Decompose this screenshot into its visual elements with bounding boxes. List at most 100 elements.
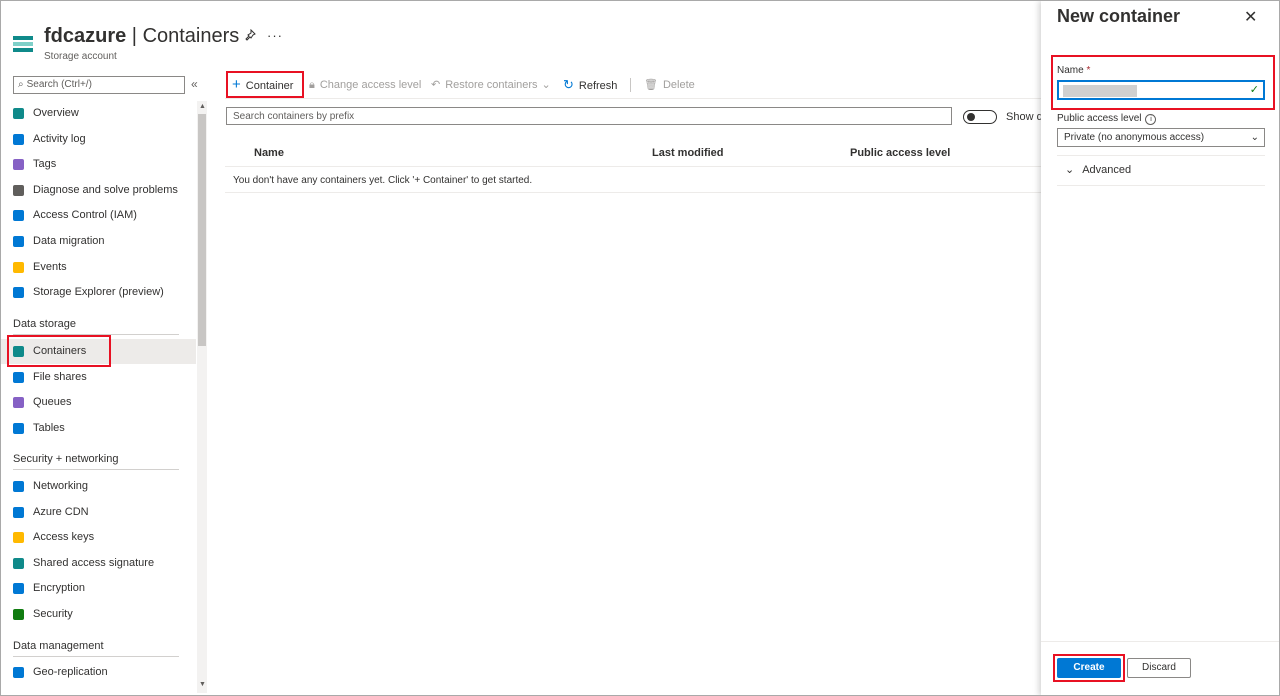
delete-button[interactable]: 🗑︎ Delete	[644, 74, 695, 96]
refresh-icon: ↻	[563, 77, 574, 92]
sidebar-item-diagnose-and-solve-problems[interactable]: Diagnose and solve problems	[1, 178, 196, 203]
plus-icon: +	[232, 76, 241, 93]
sidebar-item-label: Queues	[33, 396, 72, 409]
sidebar-item-label: Shared access signature	[33, 556, 155, 569]
panel-divider	[1057, 185, 1265, 186]
sidebar-item-access-control-iam[interactable]: Access Control (IAM)	[1, 203, 196, 228]
panel-divider	[1057, 155, 1265, 156]
globe-icon	[13, 667, 24, 678]
panel-footer-divider	[1041, 641, 1279, 642]
close-icon[interactable]: ✕	[1244, 7, 1257, 27]
refresh-button[interactable]: ↻ Refresh	[563, 74, 617, 96]
sidebar-item-label: Access keys	[33, 531, 95, 544]
change-access-level-button[interactable]: 🔒︎ Change access level	[309, 74, 421, 96]
discard-button[interactable]: Discard	[1127, 658, 1191, 678]
sidebar-item-label: Security	[33, 608, 73, 620]
storage-explorer-icon	[13, 287, 24, 299]
scroll-down-icon[interactable]: ▼	[199, 681, 206, 688]
sidebar-item-tables[interactable]: Tables	[1, 416, 196, 441]
search-icon: ⌕	[18, 79, 24, 90]
data-migration-icon	[13, 236, 24, 247]
sidebar-item-data-migration[interactable]: Data migration	[1, 229, 196, 254]
table-header-divider	[225, 166, 1041, 167]
sidebar-item-label: Tables	[33, 421, 65, 434]
add-container-button[interactable]: + Container	[232, 74, 293, 96]
portal-window: fdcazure | Containers Storage account ··…	[0, 0, 1280, 696]
collapse-sidebar-icon[interactable]: «	[191, 77, 198, 91]
container-name-input[interactable]: ✓	[1057, 80, 1265, 100]
sidebar-item-label: Encryption	[33, 582, 85, 595]
sidebar-item-shared-access-signature[interactable]: Shared access signature	[1, 551, 196, 576]
restore-containers-button[interactable]: ↶ Restore containers ⌄	[431, 74, 551, 96]
name-label: Name *	[1057, 65, 1091, 76]
page-subtitle: Storage account	[44, 51, 117, 62]
file-shares-icon	[13, 371, 24, 383]
sidebar-section-header: Data storage	[13, 318, 76, 330]
public-access-label: Public access level i	[1057, 113, 1157, 125]
required-marker: *	[1086, 65, 1091, 76]
page-title: fdcazure | Containers	[44, 25, 239, 48]
more-icon[interactable]: ···	[267, 28, 283, 43]
key-icon	[13, 532, 24, 544]
column-header-public-access[interactable]: Public access level	[850, 147, 950, 159]
advanced-expander[interactable]: ⌄ Advanced	[1065, 163, 1131, 176]
lock-icon	[13, 583, 24, 595]
sidebar-item-geo-replication[interactable]: Geo-replication	[1, 660, 196, 685]
chevron-down-icon: ⌄	[1250, 132, 1259, 143]
sidebar-item-file-shares[interactable]: File shares	[1, 365, 196, 390]
sidebar-item-security[interactable]: Security	[1, 602, 196, 627]
sidebar-item-activity-log[interactable]: Activity log	[1, 127, 196, 152]
networking-icon	[13, 481, 24, 492]
pin-icon[interactable]	[244, 28, 256, 44]
toolbar-divider	[630, 78, 631, 92]
undo-icon: ↶	[431, 79, 441, 91]
show-deleted-toggle[interactable]	[963, 110, 997, 124]
empty-state-message: You don't have any containers yet. Click…	[233, 175, 533, 186]
table-row-divider	[225, 192, 1041, 193]
sidebar-item-label: Diagnose and solve problems	[33, 183, 178, 196]
storage-account-icon	[13, 36, 33, 52]
sidebar-item-overview[interactable]: Overview	[1, 101, 196, 126]
sidebar-item-label: Access Control (IAM)	[33, 209, 137, 222]
section-divider	[13, 469, 179, 470]
scrollbar-thumb[interactable]	[198, 114, 206, 346]
tables-icon	[13, 422, 24, 434]
sidebar-item-label: Events	[33, 260, 67, 273]
scroll-up-icon[interactable]: ▲	[199, 103, 206, 110]
container-search-input[interactable]: Search containers by prefix	[226, 107, 952, 125]
panel-title: New container	[1057, 6, 1181, 26]
new-container-panel: New container ✕ Name * ✓ Public access l…	[1041, 1, 1279, 695]
container-name-value	[1063, 85, 1137, 97]
public-access-dropdown[interactable]: Private (no anonymous access) ⌄	[1057, 128, 1265, 147]
sidebar-item-azure-cdn[interactable]: Azure CDN	[1, 500, 196, 525]
containers-highlight	[7, 335, 111, 367]
lightning-icon	[13, 261, 24, 273]
sidebar-item-label: Tags	[33, 158, 57, 171]
sidebar-item-label: Activity log	[33, 132, 86, 145]
sidebar-item-networking[interactable]: Networking	[1, 474, 196, 499]
info-icon[interactable]: i	[1145, 114, 1157, 125]
title-separator: |	[126, 25, 143, 47]
sidebar-scrollbar[interactable]: ▲ ▼	[197, 101, 207, 693]
column-header-name[interactable]: Name	[254, 147, 284, 159]
sidebar-item-queues[interactable]: Queues	[1, 390, 196, 415]
section-divider	[13, 656, 179, 657]
column-header-last-modified[interactable]: Last modified	[652, 147, 724, 159]
sidebar-item-label: Overview	[33, 107, 79, 119]
sidebar-item-label: Storage Explorer (preview)	[33, 286, 164, 299]
shield-icon	[13, 609, 24, 620]
resource-name: fdcazure	[44, 25, 127, 47]
sidebar-item-storage-explorer-preview[interactable]: Storage Explorer (preview)	[1, 280, 196, 305]
trash-icon: 🗑︎	[644, 79, 658, 91]
blade-title: Containers	[142, 25, 240, 47]
create-button[interactable]: Create	[1057, 658, 1121, 678]
sidebar-item-access-keys[interactable]: Access keys	[1, 525, 196, 550]
sidebar-item-tags[interactable]: Tags	[1, 152, 196, 177]
show-deleted-label: Show d	[1006, 111, 1043, 123]
sidebar-search-input[interactable]: ⌕ Search (Ctrl+/)	[13, 76, 185, 94]
sidebar-item-events[interactable]: Events	[1, 255, 196, 280]
sidebar-item-label: Networking	[33, 480, 89, 492]
toolbar-divider-line	[225, 98, 1041, 99]
sidebar-item-encryption[interactable]: Encryption	[1, 576, 196, 601]
sidebar-section-header: Data management	[13, 640, 104, 652]
